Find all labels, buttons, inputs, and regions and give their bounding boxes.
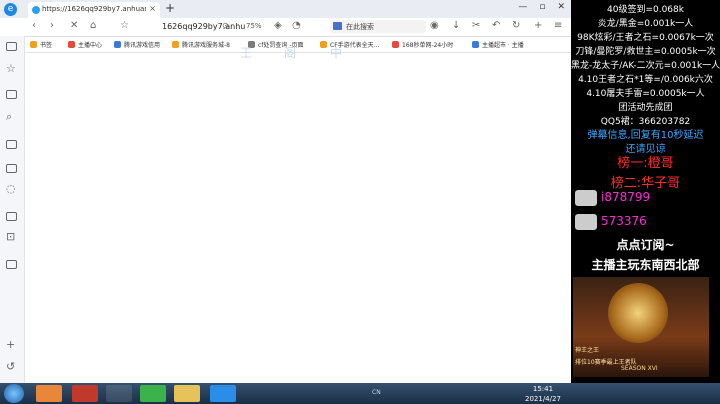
taskbar-app[interactable]: [140, 385, 166, 402]
rank-season: SEASON XVI: [621, 365, 658, 372]
book-icon[interactable]: [6, 90, 17, 99]
stop-icon[interactable]: ✕: [70, 20, 78, 31]
start-button[interactable]: [4, 384, 24, 403]
star-icon[interactable]: ☆: [6, 62, 16, 75]
overlay-line: 主播主玩东南西北部: [591, 258, 700, 272]
taskbar-app[interactable]: [72, 385, 98, 402]
mail-icon[interactable]: [6, 42, 17, 51]
overlay-line: 4.10屠夫手雷=0.0005k一人: [586, 89, 705, 99]
system-clock[interactable]: 15:41 2021/4/27: [525, 384, 561, 404]
new-tab-button[interactable]: +: [165, 1, 175, 15]
game-rank-image: 神王之王 排位10赛季最上王者队 SEASON XVI: [573, 277, 709, 377]
shield-icon[interactable]: ◈: [274, 20, 282, 31]
zoom-level[interactable]: 75%: [246, 22, 262, 30]
tab-favicon-icon: [32, 6, 40, 14]
tab-title: https://1626qq929by7.anhuang.n: [42, 5, 146, 13]
overlay-line: 刀锋/曼陀罗/救世主=0.0005k一次: [575, 47, 716, 57]
rank-emblem-icon: [608, 283, 668, 343]
zoom-icon[interactable]: ⊙: [222, 21, 229, 30]
window-controls: — ▫ ✕: [518, 2, 565, 12]
game-icon[interactable]: ◉: [430, 20, 439, 31]
video-icon[interactable]: [6, 140, 17, 149]
overlay-line: i878799: [601, 190, 651, 204]
bookmark-item[interactable]: 腾讯游戏信用: [114, 40, 160, 49]
browser-logo-icon[interactable]: e: [4, 3, 17, 16]
taskbar-app[interactable]: [210, 385, 236, 402]
tab-bar: e https://1626qq929by7.anhuang.n × + — ▫…: [0, 0, 571, 18]
bookmark-item[interactable]: 腾讯游戏服务城-8: [172, 40, 230, 49]
overlay-line: 黑龙-龙太子/AK-二次元=0.001k一人: [571, 61, 720, 71]
overlay-line: 4.10王者之石*1等=/0.006k六次: [578, 75, 713, 85]
maximize-button[interactable]: ▫: [539, 2, 545, 12]
input-language[interactable]: CN: [372, 389, 381, 396]
taskbar-app[interactable]: [174, 385, 200, 402]
forward-icon[interactable]: ›: [50, 20, 54, 31]
search-engine-icon: [333, 22, 342, 30]
avatar: [575, 190, 597, 206]
watermark-char: 中: [330, 46, 343, 60]
clock-time: 15:41: [532, 385, 554, 393]
chat-icon[interactable]: ◌: [6, 182, 16, 195]
overlay-line: 98K炫彩/王者之石=0.0067k一次: [577, 33, 714, 43]
undo-icon[interactable]: ↺: [6, 360, 15, 373]
search-box[interactable]: 在此搜索: [330, 20, 426, 33]
overlay-line: 40级签到=0.068k: [607, 5, 684, 15]
star-icon[interactable]: ☆: [120, 20, 129, 31]
cut-icon[interactable]: ✂: [472, 20, 480, 31]
home-icon[interactable]: ⌂: [90, 20, 96, 31]
address-bar[interactable]: 1626qq929by7.anhu: [162, 22, 245, 31]
nav-toolbar: ‹ › ✕ ⌂ ☆ 1626qq929by7.anhu ⊙ 75% ◈ ◔ 在此…: [24, 18, 571, 37]
bookmark-item[interactable]: 主播超市 · 主播: [472, 40, 524, 49]
watermark-char: 王: [240, 46, 253, 60]
browser-window: e https://1626qq929by7.anhuang.n × + — ▫…: [0, 0, 571, 383]
overlay-line: 573376: [601, 214, 647, 228]
overlay-line: 弹幕信息,回复有10秒延迟: [587, 130, 704, 141]
bag-icon[interactable]: [6, 260, 17, 269]
bookmark-item[interactable]: CF手游代表全天...: [320, 40, 379, 49]
overlay-line: 炎龙/黑金=0.001k一人: [597, 19, 694, 29]
overlay-line: 榜二:华子哥: [610, 176, 681, 191]
close-window-button[interactable]: ✕: [557, 2, 565, 12]
tab-active[interactable]: https://1626qq929by7.anhuang.n ×: [28, 2, 160, 18]
shop-icon[interactable]: [6, 212, 17, 221]
tab-close-icon[interactable]: ×: [149, 4, 156, 13]
avatar: [575, 214, 597, 230]
refresh-icon[interactable]: ↻: [512, 20, 520, 31]
overlay-line: 团活动先成团: [618, 103, 673, 113]
bookmark-item[interactable]: 书签: [30, 40, 52, 49]
rss-icon[interactable]: ◔: [292, 20, 301, 31]
taskbar-app[interactable]: [106, 385, 132, 402]
bookmark-item[interactable]: 主播中心: [68, 40, 102, 49]
search-icon[interactable]: ⌕: [6, 110, 12, 124]
cart-icon[interactable]: ⊡: [6, 230, 15, 243]
undo-icon[interactable]: ↶: [492, 20, 500, 31]
menu-icon[interactable]: ≡: [554, 20, 562, 31]
left-sidebar: ☆ ⌕ ◌ ⊡ + ↺: [0, 36, 25, 383]
back-icon[interactable]: ‹: [32, 20, 36, 31]
taskbar-app[interactable]: [36, 385, 62, 402]
bookmark-item[interactable]: 168秒单网-24小时: [392, 40, 453, 49]
taskbar: CN 15:41 2021/4/27: [0, 383, 720, 404]
app-icon[interactable]: [6, 164, 17, 173]
download-icon[interactable]: ↓: [452, 20, 460, 31]
add-icon[interactable]: +: [6, 338, 15, 351]
watermark-char: 阁: [284, 46, 297, 60]
rank-title: 神王之王: [575, 347, 600, 354]
overlay-line: 点点订阅~: [616, 238, 675, 252]
clock-date: 2021/4/27: [525, 395, 561, 403]
minimize-button[interactable]: —: [518, 2, 527, 12]
add-icon[interactable]: +: [534, 20, 542, 31]
search-placeholder: 在此搜索: [346, 23, 374, 31]
overlay-line: 榜一:橙哥: [617, 156, 674, 171]
bookmarks-bar: 书签 主播中心 腾讯游戏信用 腾讯游戏服务城-8 cf处罚查询 -页面 CF手游…: [24, 37, 571, 53]
